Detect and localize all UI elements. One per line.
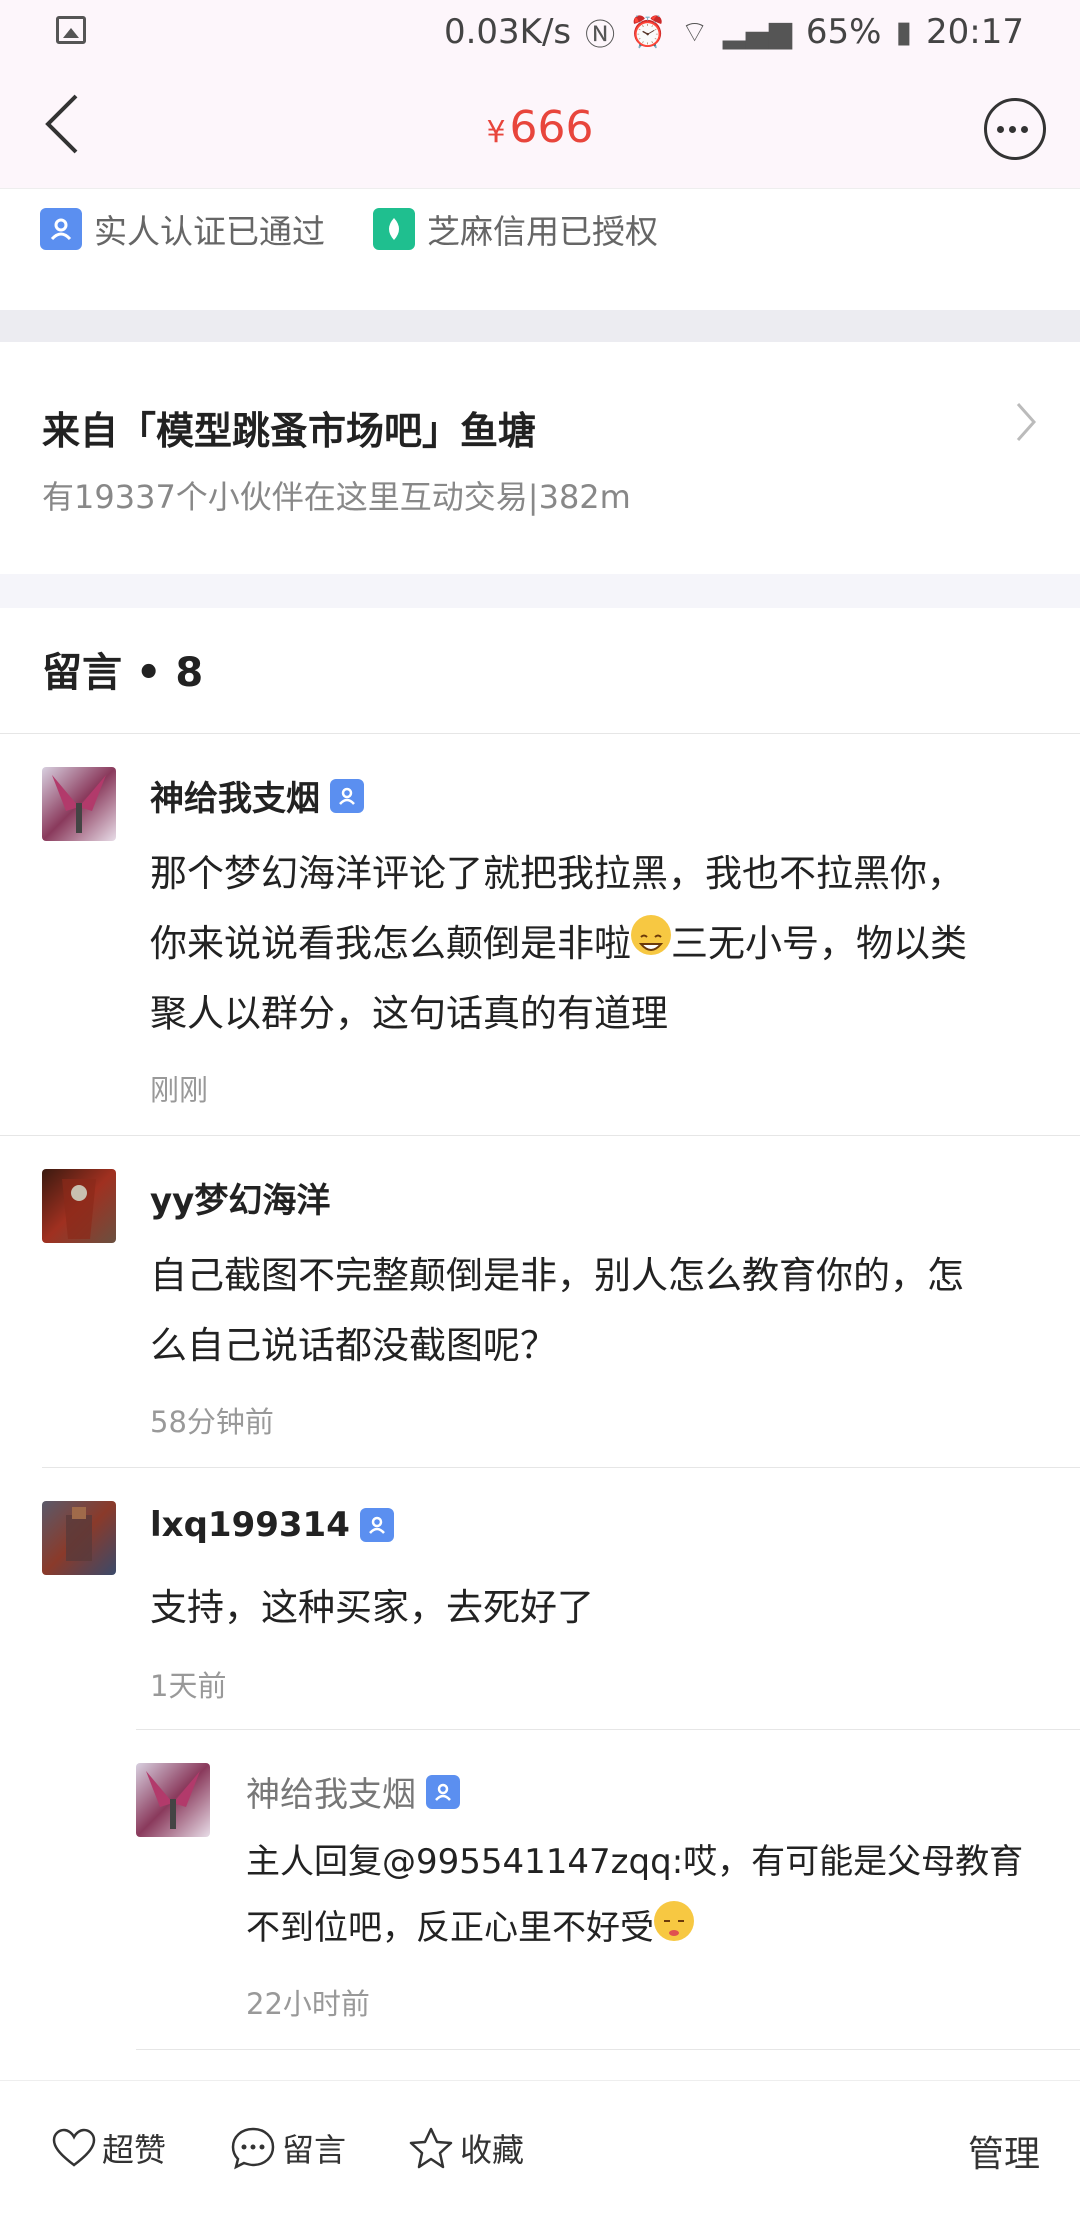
sad-emoji-icon <box>654 1901 694 1941</box>
comment-time: 刚刚 <box>150 1073 209 1107</box>
certification-row: 实人认证已通过 芝麻信用已授权 <box>40 205 706 253</box>
section-gap <box>0 574 1080 608</box>
fish-pond-card[interactable]: 来自「模型跳蚤市场吧」鱼塘 有19337个小伙伴在这里互动交易|382m <box>0 342 1080 574</box>
nfc-icon: Ⓝ <box>585 18 616 53</box>
commenter-name[interactable]: lxq199314 <box>150 1505 394 1545</box>
bottom-action-bar: 超赞 留言 收藏 管理 <box>0 2080 1080 2221</box>
grin-emoji-icon <box>631 915 671 955</box>
comment-text: 支持，这种买家，去死好了 <box>150 1586 594 1629</box>
like-button[interactable]: 超赞 <box>52 2125 166 2171</box>
top-nav-bar: ¥666 <box>0 66 1080 189</box>
avatar[interactable] <box>42 1501 116 1575</box>
commenter-name[interactable]: 神给我支烟 <box>150 771 364 820</box>
commenter-name[interactable]: yy梦幻海洋 <box>150 1173 330 1222</box>
4g-signal-icon: ▂▄▆ <box>722 14 792 50</box>
item-price: ¥666 <box>486 102 594 153</box>
commenter-name[interactable]: 神给我支烟 <box>246 1767 460 1816</box>
comment-time: 1天前 <box>150 1669 227 1703</box>
avatar[interactable] <box>136 1763 210 1837</box>
comment-button[interactable]: 留言 <box>230 2125 346 2171</box>
status-bar: 0.03K/s Ⓝ ⏰ ⌔ ▂▄▆ 65% ▮ 20:17 <box>0 0 1080 66</box>
chevron-right-icon <box>1016 403 1037 441</box>
battery-icon: ▮ <box>895 14 913 50</box>
sesame-icon <box>373 208 415 250</box>
wifi-icon: ⌔ <box>680 15 709 50</box>
comment-text: 主人回复@995541147zqq:哎，有可能是父母教育 不到位吧，反正心里不好… <box>246 1842 1024 1948</box>
reply-item: 神给我支烟 主人回复@995541147zqq:哎，有可能是父母教育 不到位吧，… <box>0 1729 1080 2049</box>
chat-bubble-icon <box>231 2127 275 2170</box>
image-icon <box>56 16 86 44</box>
comment-text: 自己截图不完整颠倒是非，别人怎么教育你的，怎 么自己说话都没截图呢？ <box>150 1254 964 1367</box>
clock: 20:17 <box>926 12 1024 52</box>
avatar[interactable] <box>42 767 116 841</box>
pond-title: 来自「模型跳蚤市场吧」鱼塘 <box>42 409 537 453</box>
battery-percent: 65% <box>805 12 882 52</box>
star-icon <box>409 2127 453 2169</box>
sesame-credit-cert: 芝麻信用已授权 <box>373 205 658 253</box>
pond-subtitle: 有19337个小伙伴在这里互动交易|382m <box>42 478 631 516</box>
comment-item: 神给我支烟 那个梦幻海洋评论了就把我拉黑，我也不拉黑你， 你来说说看我怎么颠倒是… <box>0 733 1080 1135</box>
heart-icon <box>52 2128 96 2167</box>
comments-header: 留言 • 8 <box>42 650 204 696</box>
person-verified-icon <box>40 208 82 250</box>
more-options-button[interactable] <box>984 98 1046 160</box>
favorite-button[interactable]: 收藏 <box>408 2125 524 2171</box>
comment-item: lxq199314 支持，这种买家，去死好了 1天前 <box>0 1467 1080 1729</box>
divider <box>136 2049 1080 2050</box>
verified-badge-icon <box>426 1774 460 1809</box>
verified-badge-icon <box>330 778 364 813</box>
comment-time: 58分钟前 <box>150 1405 274 1439</box>
comment-time: 22小时前 <box>246 1987 370 2021</box>
alarm-icon: ⏰ <box>629 14 667 50</box>
comment-item: yy梦幻海洋 自己截图不完整颠倒是非，别人怎么教育你的，怎 么自己说话都没截图呢… <box>0 1135 1080 1467</box>
network-speed: 0.03K/s <box>443 12 572 52</box>
comment-text: 那个梦幻海洋评论了就把我拉黑，我也不拉黑你， 你来说说看我怎么颠倒是非啦 三无小号… <box>150 852 967 1035</box>
verified-badge-icon <box>359 1508 394 1542</box>
manage-button[interactable]: 管理 <box>968 2125 1040 2177</box>
section-gap <box>0 310 1080 342</box>
real-name-cert: 实人认证已通过 <box>40 205 325 253</box>
avatar[interactable] <box>42 1169 116 1243</box>
